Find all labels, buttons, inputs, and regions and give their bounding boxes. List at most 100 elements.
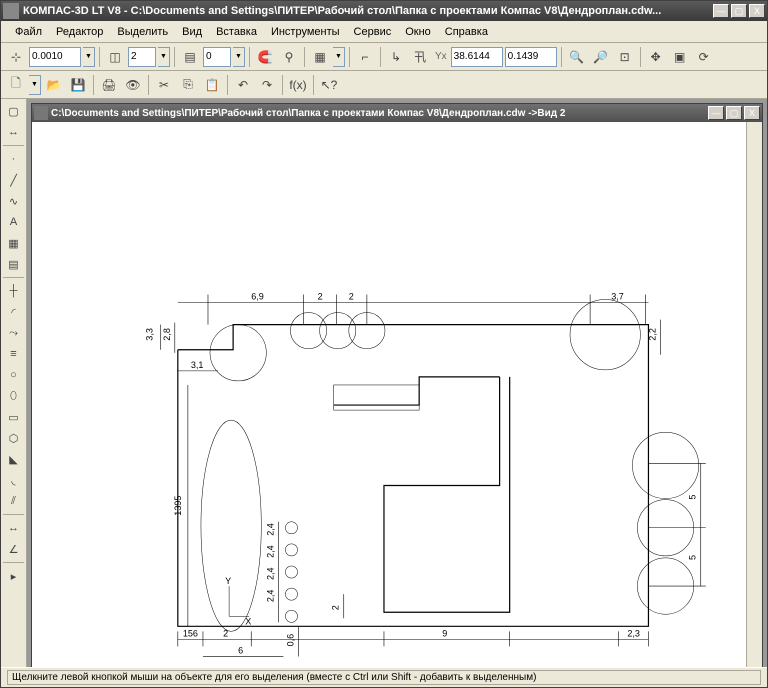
- step-dropdown[interactable]: ▼: [83, 47, 95, 67]
- menubar: Файл Редактор Выделить Вид Вставка Инстр…: [1, 21, 767, 43]
- dim-label: 2,4: [265, 590, 275, 603]
- y-coord-input[interactable]: [505, 47, 557, 67]
- chamfer-tool-icon[interactable]: ◣: [3, 449, 25, 469]
- point-tool-icon[interactable]: ·: [3, 149, 25, 169]
- dim-label: 3,1: [191, 360, 204, 370]
- origin-x-label: X: [245, 616, 251, 626]
- menu-tools[interactable]: Инструменты: [265, 24, 346, 40]
- dimensions-tab-icon[interactable]: ↔: [3, 122, 25, 142]
- expand-panel-icon[interactable]: ▸: [3, 566, 25, 586]
- dim-label: 2,4: [265, 545, 275, 558]
- toolbar-file: 🗋 ▼ 📂 💾 🖨 👁 ✂ ⎘ 📋 ↶ ↷ f(x) ↖?: [1, 71, 767, 99]
- dim-label: 2: [223, 628, 228, 638]
- menu-service[interactable]: Сервис: [348, 24, 398, 40]
- step-input[interactable]: [29, 47, 81, 67]
- status-text: Щелкните левой кнопкой мыши на объекте д…: [7, 670, 761, 685]
- arc-tool-icon[interactable]: ◜: [3, 302, 25, 322]
- zoom-out-icon[interactable]: 🔎: [590, 46, 612, 68]
- magnet-icon[interactable]: 🧲: [254, 46, 276, 68]
- dim-label: 0,6: [285, 634, 295, 647]
- fillet-tool-icon[interactable]: ◟: [3, 470, 25, 490]
- pan-icon[interactable]: ✥: [645, 46, 667, 68]
- doc-maximize-button[interactable]: ▢: [726, 106, 742, 120]
- layer2-input[interactable]: [203, 47, 231, 67]
- statusbar: Щелкните левой кнопкой мыши на объекте д…: [1, 667, 767, 687]
- spline-tool-icon[interactable]: ∿: [3, 191, 25, 211]
- x-coord-input[interactable]: [451, 47, 503, 67]
- document-window: C:\Documents and Settings\ПИТЕР\Рабочий …: [31, 103, 763, 667]
- close-button[interactable]: X: [749, 4, 765, 18]
- dim-label: 9: [442, 628, 447, 638]
- save-icon[interactable]: 💾: [67, 74, 89, 96]
- coord-icon[interactable]: ↳: [385, 46, 407, 68]
- dim-linear-icon[interactable]: ↔: [3, 518, 25, 538]
- ortho-icon[interactable]: ⌐: [354, 46, 376, 68]
- pointer-icon[interactable]: ↖?: [318, 74, 340, 96]
- doc-icon: [34, 106, 48, 120]
- menu-help[interactable]: Справка: [439, 24, 494, 40]
- doc-title: C:\Documents and Settings\ПИТЕР\Рабочий …: [51, 108, 708, 119]
- dim-label: 2: [349, 291, 354, 301]
- layer-dropdown[interactable]: ▼: [158, 47, 170, 67]
- layer-icon[interactable]: ◫: [104, 46, 126, 68]
- paste-icon[interactable]: 📋: [201, 74, 223, 96]
- dim-angular-icon[interactable]: ∠: [3, 539, 25, 559]
- cut-icon[interactable]: ✂: [153, 74, 175, 96]
- dim-label: 2: [318, 291, 323, 301]
- geometry-tab-icon[interactable]: ▢: [3, 101, 25, 121]
- circle-tool-icon[interactable]: ○: [3, 365, 25, 385]
- app-title: КОМПАС-3D LT V8 - C:\Documents and Setti…: [23, 5, 713, 17]
- table-tool-icon[interactable]: ▤: [3, 254, 25, 274]
- axis-tool-icon[interactable]: ┼: [3, 281, 25, 301]
- snap-icon[interactable]: ⊹: [5, 46, 27, 68]
- drawing-canvas[interactable]: 6,9 2 2 3,3 2,8 3,1: [32, 122, 746, 667]
- dim-label: 6,9: [251, 291, 264, 301]
- print-icon[interactable]: 🖨: [98, 74, 120, 96]
- redraw-icon[interactable]: ⟳: [693, 46, 715, 68]
- menu-editor[interactable]: Редактор: [50, 24, 109, 40]
- curve-tool-icon[interactable]: ⤳: [3, 323, 25, 343]
- open-icon[interactable]: 📂: [43, 74, 65, 96]
- line-tool-icon[interactable]: ╱: [3, 170, 25, 190]
- menu-window[interactable]: Окно: [399, 24, 437, 40]
- layers-icon[interactable]: ▤: [179, 46, 201, 68]
- dim-label: 2: [331, 605, 341, 610]
- redo-icon[interactable]: ↷: [256, 74, 278, 96]
- text-tool-icon[interactable]: A: [3, 212, 25, 232]
- rect-tool-icon[interactable]: ▭: [3, 407, 25, 427]
- polygon-tool-icon[interactable]: ⬡: [3, 428, 25, 448]
- maximize-button[interactable]: ▢: [731, 4, 747, 18]
- dim-label: 156: [183, 628, 198, 638]
- grid-dropdown[interactable]: ▼: [333, 47, 345, 67]
- menu-select[interactable]: Выделить: [111, 24, 174, 40]
- dim-label: 2,8: [162, 328, 172, 341]
- new-icon[interactable]: 🗋: [5, 74, 27, 96]
- zoom-window-icon[interactable]: ⊡: [614, 46, 636, 68]
- lcs-icon[interactable]: 卂: [409, 46, 431, 68]
- formula-icon[interactable]: f(x): [287, 74, 309, 96]
- dim-label: 5: [688, 555, 698, 560]
- grid-icon[interactable]: ▦: [309, 46, 331, 68]
- dim-label: 2,4: [265, 523, 275, 536]
- menu-view[interactable]: Вид: [176, 24, 208, 40]
- menu-file[interactable]: Файл: [9, 24, 48, 40]
- menu-insert[interactable]: Вставка: [210, 24, 263, 40]
- vertical-scrollbar[interactable]: [746, 122, 762, 667]
- preview-icon[interactable]: 👁: [122, 74, 144, 96]
- ellipse-tool-icon[interactable]: ⬯: [3, 386, 25, 406]
- toolbar-main: ⊹ ▼ ◫ ▼ ▤ ▼ 🧲 ⚲ ▦ ▼ ⌐ ↳ 卂 Yx 🔍 🔎 ⊡ ✥ ▣ ⟳: [1, 43, 767, 71]
- hatch-tool-icon[interactable]: ▦: [3, 233, 25, 253]
- copy-icon[interactable]: ⎘: [177, 74, 199, 96]
- layer2-dropdown[interactable]: ▼: [233, 47, 245, 67]
- equidistant-tool-icon[interactable]: ⫽: [3, 491, 25, 511]
- minimize-button[interactable]: —: [713, 4, 729, 18]
- fit-icon[interactable]: ▣: [669, 46, 691, 68]
- doc-close-button[interactable]: X: [744, 106, 760, 120]
- layer-input[interactable]: [128, 47, 156, 67]
- zoom-in-icon[interactable]: 🔍: [566, 46, 588, 68]
- multiline-tool-icon[interactable]: ≡: [3, 344, 25, 364]
- magnet2-icon[interactable]: ⚲: [278, 46, 300, 68]
- doc-minimize-button[interactable]: —: [708, 106, 724, 120]
- undo-icon[interactable]: ↶: [232, 74, 254, 96]
- new-dropdown[interactable]: ▼: [29, 75, 41, 95]
